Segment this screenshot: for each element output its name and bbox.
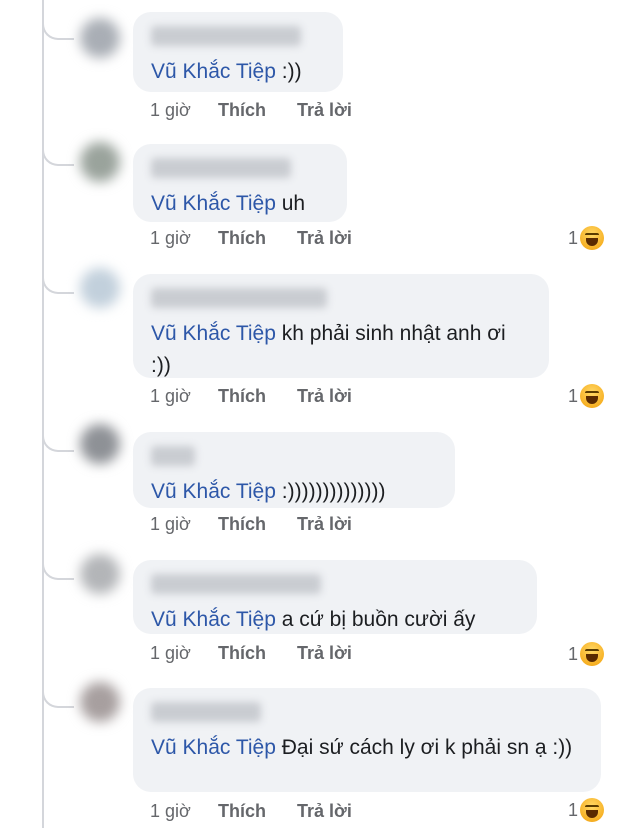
comment-actions: 1 giờ Thích Trả lời	[150, 100, 352, 121]
avatar[interactable]	[80, 268, 120, 308]
like-button[interactable]: Thích	[218, 514, 297, 535]
comment-actions: 1 giờ Thích Trả lời	[150, 643, 352, 664]
reaction-summary[interactable]: 1	[568, 642, 604, 666]
avatar[interactable]	[80, 142, 120, 182]
haha-icon	[580, 384, 604, 408]
timestamp[interactable]: 1 giờ	[150, 228, 218, 249]
reaction-count: 1	[567, 385, 578, 406]
thread-connector	[42, 266, 74, 294]
mention-link[interactable]: Vũ Khắc Tiệp	[151, 480, 276, 503]
timestamp[interactable]: 1 giờ	[150, 100, 218, 121]
reaction-summary[interactable]: 1	[568, 798, 604, 822]
comment-bubble: Vũ Khắc Tiệp uh	[133, 144, 347, 222]
comment-actions: 1 giờ Thích Trả lời	[150, 386, 352, 407]
blurred-author-name	[151, 702, 261, 722]
reaction-summary[interactable]: 1	[568, 384, 604, 408]
like-button[interactable]: Thích	[218, 228, 297, 249]
comment-bubble: Vũ Khắc Tiệp kh phải sinh nhật anh ơi :)…	[133, 274, 549, 378]
comment-text: Vũ Khắc Tiệp a cứ bị buồn cười ấy	[151, 608, 476, 631]
reply-button[interactable]: Trả lời	[297, 801, 352, 822]
comment-text: Vũ Khắc Tiệp Đại sứ cách ly ơi k phải sn…	[151, 736, 573, 759]
mention-link[interactable]: Vũ Khắc Tiệp	[151, 60, 276, 83]
mention-link[interactable]: Vũ Khắc Tiệp	[151, 608, 276, 631]
mention-link[interactable]: Vũ Khắc Tiệp	[151, 192, 276, 215]
blurred-author-name	[151, 574, 321, 594]
comment-text: Vũ Khắc Tiệp kh phải sinh nhật anh ơi :)…	[151, 322, 506, 377]
mention-link[interactable]: Vũ Khắc Tiệp	[151, 322, 276, 345]
blurred-author-name	[151, 446, 195, 466]
haha-icon	[580, 798, 604, 822]
timestamp[interactable]: 1 giờ	[150, 514, 218, 535]
thread-connector	[42, 138, 74, 166]
avatar[interactable]	[80, 424, 120, 464]
blurred-author-name	[151, 288, 327, 308]
blurred-author-name	[151, 26, 301, 46]
timestamp[interactable]: 1 giờ	[150, 643, 218, 664]
avatar[interactable]	[80, 554, 120, 594]
comment-actions: 1 giờ Thích Trả lời	[150, 514, 352, 535]
timestamp[interactable]: 1 giờ	[150, 801, 218, 822]
thread-line	[42, 0, 44, 828]
reply-button[interactable]: Trả lời	[297, 386, 352, 407]
like-button[interactable]: Thích	[218, 801, 297, 822]
blurred-author-name	[151, 158, 291, 178]
reply-button[interactable]: Trả lời	[297, 100, 352, 121]
comment-bubble: Vũ Khắc Tiệp :))))))))))))))	[133, 432, 455, 508]
like-button[interactable]: Thích	[218, 386, 297, 407]
comment-bubble: Vũ Khắc Tiệp :))	[133, 12, 343, 92]
comment-actions: 1 giờ Thích Trả lời	[150, 801, 352, 822]
like-button[interactable]: Thích	[218, 643, 297, 664]
reaction-summary[interactable]: 1	[568, 226, 604, 250]
timestamp[interactable]: 1 giờ	[150, 386, 218, 407]
thread-connector	[42, 552, 74, 580]
reply-button[interactable]: Trả lời	[297, 228, 352, 249]
reaction-count: 1	[567, 643, 578, 664]
reaction-count: 1	[567, 227, 578, 248]
comment-text: Vũ Khắc Tiệp uh	[151, 192, 306, 215]
reply-button[interactable]: Trả lời	[297, 643, 352, 664]
thread-connector	[42, 424, 74, 452]
comment-text: Vũ Khắc Tiệp :))))))))))))))	[151, 480, 386, 503]
mention-link[interactable]: Vũ Khắc Tiệp	[151, 736, 276, 759]
avatar[interactable]	[80, 682, 120, 722]
thread-connector	[42, 12, 74, 40]
haha-icon	[580, 642, 604, 666]
comment-text: Vũ Khắc Tiệp :))	[151, 60, 302, 83]
reply-button[interactable]: Trả lời	[297, 514, 352, 535]
haha-icon	[580, 226, 604, 250]
comment-bubble: Vũ Khắc Tiệp Đại sứ cách ly ơi k phải sn…	[133, 688, 601, 792]
thread-connector	[42, 680, 74, 708]
comment-actions: 1 giờ Thích Trả lời	[150, 228, 352, 249]
reaction-count: 1	[567, 799, 578, 820]
like-button[interactable]: Thích	[218, 100, 297, 121]
avatar[interactable]	[80, 18, 120, 58]
comment-bubble: Vũ Khắc Tiệp a cứ bị buồn cười ấy	[133, 560, 537, 634]
